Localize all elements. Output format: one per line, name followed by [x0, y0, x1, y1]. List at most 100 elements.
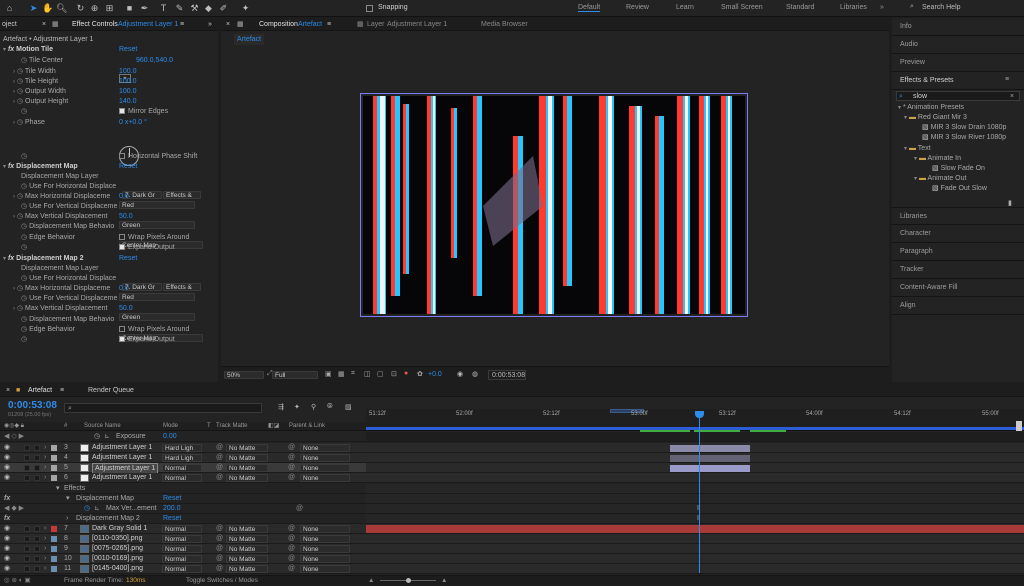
lock-toggle[interactable]	[34, 526, 40, 532]
parent-pickwhip-icon[interactable]: @	[288, 473, 295, 483]
camera-tool-icon[interactable]: ⊕	[89, 3, 100, 14]
parent-select[interactable]: None	[300, 555, 350, 563]
close-comp-icon[interactable]: ×	[226, 18, 230, 31]
mask-visibility-icon[interactable]: ⌗	[351, 370, 355, 378]
rotate-tool-icon[interactable]: ↻	[75, 3, 86, 14]
blend-mode-select[interactable]: Normal	[162, 525, 202, 533]
dm2-wrap-checkbox[interactable]: Wrap Pixels Around	[119, 325, 189, 335]
dm2-max-h-value[interactable]: 0.0	[119, 284, 129, 294]
parent-pickwhip-icon[interactable]: @	[288, 534, 295, 544]
zoom-tool-icon[interactable]: 🔍︎	[56, 3, 67, 14]
pickwhip-icon[interactable]: @	[216, 534, 223, 544]
layer-bar[interactable]	[366, 525, 1024, 533]
tab-render-queue[interactable]: Render Queue	[88, 385, 134, 397]
region-of-interest-icon[interactable]: ▣	[325, 370, 332, 378]
layer-name[interactable]: [0110-0350].png	[92, 534, 142, 544]
blend-mode-select[interactable]: Normal	[162, 545, 202, 553]
tree-fade-out-slow[interactable]: ▧ Fade Out Slow	[932, 184, 987, 194]
pan-behind-icon[interactable]: ⊞	[104, 3, 115, 14]
expand-icon[interactable]: ›	[44, 453, 46, 463]
label-color-swatch[interactable]	[51, 465, 57, 471]
parent-select[interactable]: None	[300, 545, 350, 553]
graph-editor-icon[interactable]: ▨	[345, 403, 352, 411]
pickwhip-icon[interactable]: @	[216, 453, 223, 463]
tree-slow-fade-on[interactable]: ▧ Slow Fade On	[932, 164, 985, 174]
displacement-map-effect[interactable]: ▾ fx Displacement Map	[3, 162, 78, 172]
parent-select[interactable]: None	[300, 565, 350, 573]
blend-mode-select[interactable]: Normal	[162, 565, 202, 573]
layer-bar[interactable]	[670, 445, 750, 452]
workspace-small-screen[interactable]: Small Screen	[721, 4, 763, 11]
parent-pickwhip-icon[interactable]: @	[288, 524, 295, 534]
displacement-map-reset[interactable]: Reset	[119, 162, 137, 172]
tab-layer[interactable]: Layer	[367, 18, 385, 31]
layer-row[interactable]: ◉ › 4 Adjustment Layer 1 Hard Ligh @ No …	[0, 453, 366, 463]
dm-layer-source-select[interactable]: Effects &	[163, 191, 201, 199]
layer-row[interactable]: ◉ › 7 Dark Gray Solid 1 Normal @ No Matt…	[0, 524, 366, 534]
parent-pickwhip-icon[interactable]: @	[288, 554, 295, 564]
tree-slow-drain[interactable]: ▧ MIR 3 Slow Drain 1080p	[922, 123, 1006, 133]
tab-artefact[interactable]: Artefact	[28, 385, 52, 397]
maxvert-value[interactable]: 200.0	[163, 504, 181, 514]
eye-icon[interactable]: ◉	[4, 453, 10, 463]
max-vert-row[interactable]: ◀ ◆ ▶ ◷ ⊾ Max Ver...ement 200.0 @	[0, 504, 366, 514]
blend-mode-select[interactable]: Normal	[162, 555, 202, 563]
effect-controls-layer-name[interactable]: Adjustment Layer 1	[118, 18, 178, 31]
dm-use-v-select[interactable]: Green	[119, 221, 195, 229]
expand-icon[interactable]: ›	[44, 524, 46, 534]
blend-mode-select[interactable]: Normal	[162, 474, 202, 482]
effects-search-field[interactable]: ⌕ slow ×	[896, 91, 1020, 101]
exposure-value[interactable]: +0.0	[428, 371, 442, 378]
pickwhip-icon[interactable]: @	[216, 564, 223, 574]
layer-row[interactable]: ◉ › 11 [0145-0400].png Normal @ No Matte…	[0, 564, 366, 574]
pickwhip-icon[interactable]: @	[216, 524, 223, 534]
label-color-swatch[interactable]	[51, 546, 57, 552]
label-color-swatch[interactable]	[51, 475, 57, 481]
parent-select[interactable]: None	[300, 464, 350, 472]
3d-view-icon[interactable]: ⊡	[391, 370, 397, 378]
layer-name[interactable]: Dark Gray Solid 1	[92, 524, 147, 534]
tree-text[interactable]: ▾ ▬ Text	[904, 144, 931, 154]
solo-toggle[interactable]	[24, 536, 30, 542]
selection-tool-icon[interactable]: ➤	[28, 3, 39, 14]
dm-max-h-value[interactable]: 0.0	[119, 192, 129, 202]
type-tool-icon[interactable]: T	[158, 3, 169, 14]
dm2-layer-source-select[interactable]: Effects &	[163, 283, 201, 291]
eye-icon[interactable]: ◉	[4, 564, 10, 574]
dm2-max-v-value[interactable]: 50.0	[119, 304, 133, 314]
eye-icon[interactable]: ◉	[4, 473, 10, 483]
shy-icon[interactable]: ⚲	[311, 403, 316, 411]
layer-name[interactable]: Adjustment Layer 1	[92, 453, 152, 463]
solo-toggle[interactable]	[24, 455, 30, 461]
track-matte-select[interactable]: No Matte	[226, 535, 268, 543]
output-width-value[interactable]: 100.0	[119, 87, 137, 97]
resolution-select[interactable]: Full	[272, 371, 318, 379]
stopwatch-active-icon[interactable]: ◷	[84, 504, 90, 514]
composition-viewer[interactable]	[363, 96, 745, 314]
output-height-value[interactable]: 140.0	[119, 97, 137, 107]
lock-toggle[interactable]	[34, 445, 40, 451]
frame-blending-icon[interactable]: ⦾	[327, 403, 333, 411]
solo-toggle[interactable]	[24, 445, 30, 451]
dm2-expand-checkbox[interactable]: Expand Output	[119, 335, 175, 345]
parent-select[interactable]: None	[300, 444, 350, 452]
grid-icon[interactable]: ◫	[364, 370, 371, 378]
lock-toggle[interactable]	[34, 556, 40, 562]
blend-mode-select[interactable]: Normal	[162, 464, 202, 472]
parent-pickwhip-icon[interactable]: @	[288, 463, 295, 473]
effects-menu-icon[interactable]: ≡	[1005, 76, 1009, 83]
motion-tile-effect[interactable]: ▾ fx Motion Tile	[3, 45, 216, 55]
color-channels-icon[interactable]: ●	[404, 370, 408, 377]
snapshot-icon[interactable]: ◉	[457, 370, 463, 378]
tab-media-browser[interactable]: Media Browser	[481, 18, 528, 31]
tracker-panel-tab[interactable]: Tracker	[892, 261, 1024, 279]
lock-toggle[interactable]	[34, 536, 40, 542]
keyframe-nav-icon[interactable]: ◀ ◇ ▶	[4, 432, 24, 442]
tab-effect-controls[interactable]: Effect Controls	[72, 18, 118, 31]
displacement-map-2-row[interactable]: fx › Displacement Map 2 Reset	[0, 514, 366, 524]
workspace-learn[interactable]: Learn	[676, 4, 694, 11]
composition-name[interactable]: Artefact	[298, 18, 322, 31]
comp-lock-icon[interactable]: ▦	[237, 18, 244, 31]
clear-search-icon[interactable]: ×	[1010, 92, 1014, 101]
tree-slow-river[interactable]: ▧ MIR 3 Slow River 1080p	[922, 133, 1006, 143]
